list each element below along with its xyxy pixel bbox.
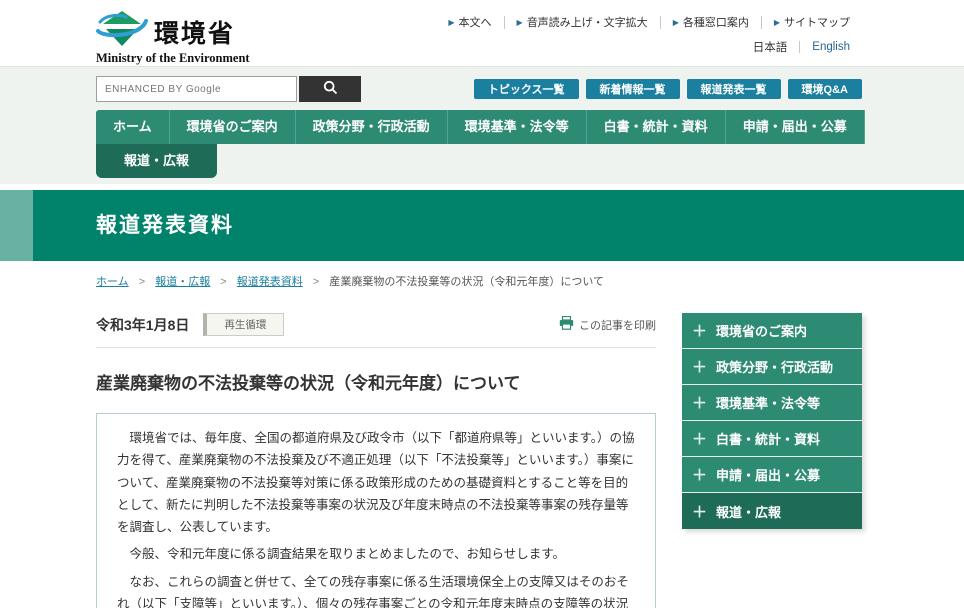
sidebar-item-application[interactable]: ＋ 申請・届出・公募 [682,457,862,493]
press-release-list-button[interactable]: 報道発表一覧 [686,79,781,99]
arrow-right-icon: ▶ [672,17,679,27]
nav-tab-about[interactable]: 環境省のご案内 [169,110,296,144]
nav-tab-home[interactable]: ホーム [96,110,170,144]
lang-english[interactable]: English [799,41,862,53]
topics-list-button[interactable]: トピックス一覧 [473,79,579,99]
plus-icon: ＋ [692,467,708,484]
plus-icon: ＋ [692,431,708,448]
breadcrumb-home[interactable]: ホーム [96,276,129,288]
article-summary-box: 環境省では、毎年度、全国の都道府県及び政令市（以下「都道府県等」といいます。）の… [96,413,656,608]
utility-link-accessibility[interactable]: ▶ 音声読み上げ・文字拡大 [505,14,660,30]
article-date: 令和3年1月8日 [96,316,190,333]
plus-icon: ＋ [692,359,708,376]
plus-icon: ＋ [692,395,708,412]
site-header: 環境省 Ministry of the Environment ▶ 本文へ ▶ … [0,0,964,67]
category-tag[interactable]: 再生循環 [203,313,285,336]
breadcrumb-separator: > [220,276,227,288]
nav-tab-application[interactable]: 申請・届出・公募 [725,110,865,144]
page-title-banner: 報道発表資料 [0,190,964,261]
utility-link-sitemap[interactable]: ▶ サイトマップ [762,14,862,30]
breadcrumb-separator: > [138,276,146,288]
utility-link-contact[interactable]: ▶ 各種窓口案内 [661,14,761,30]
search-icon [323,80,338,98]
sidebar-item-policy[interactable]: ＋ 政策分野・行政活動 [682,349,862,385]
env-qa-button[interactable]: 環境Q&A [787,79,862,99]
search-input[interactable] [96,76,297,102]
search-nav-band: トピックス一覧 新着情報一覧 報道発表一覧 環境Q&A ホーム 環境省のご案内 … [0,67,964,184]
plus-icon: ＋ [692,503,708,521]
breadcrumb-current: 産業廃棄物の不法投棄等の状況（令和元年度）について [329,276,605,288]
ministry-logo[interactable]: 環境省 Ministry of the Environment [96,10,250,66]
banner-accent-stripe [0,190,33,261]
article-paragraph: 今般、令和元年度に係る調査結果を取りまとめましたので、お知らせします。 [129,547,566,562]
article-paragraph: なお、これらの調査と併せて、全ての残存事案に係る生活環境保全上の支障又はそのおそ… [117,574,629,608]
global-nav: ホーム 環境省のご案内 政策分野・行政活動 環境基準・法令等 白書・統計・資料 … [96,110,865,144]
divider [96,347,656,348]
lang-japanese[interactable]: 日本語 [741,39,800,55]
arrow-right-icon: ▶ [448,17,455,27]
nav-tab-press-active[interactable]: 報道・広報 [96,144,218,178]
print-label: この記事を印刷 [579,319,656,332]
ministry-logo-icon [96,10,148,53]
printer-icon [559,315,574,333]
logo-title: 環境省 [154,19,236,48]
print-article-button[interactable]: この記事を印刷 [559,315,656,333]
article-paragraph: 環境省では、毎年度、全国の都道府県及び政令市（以下「都道府県等」といいます。）の… [117,431,635,534]
nav-tab-whitepaper[interactable]: 白書・統計・資料 [586,110,726,144]
breadcrumb-press-materials[interactable]: 報道発表資料 [237,276,303,288]
utility-nav: ▶ 本文へ ▶ 音声読み上げ・文字拡大 ▶ 各種窓口案内 ▶ サイトマップ 日本… [436,10,862,66]
sidebar-item-about[interactable]: ＋ 環境省のご案内 [682,313,862,349]
page-title: 報道発表資料 [96,214,234,237]
breadcrumb-press[interactable]: 報道・広報 [155,276,210,288]
search-button[interactable] [299,76,361,102]
utility-link-main-content[interactable]: ▶ 本文へ [436,14,503,30]
breadcrumb: ホーム > 報道・広報 > 報道発表資料 > 産業廃棄物の不法投棄等の状況（令和… [96,273,862,289]
sidebar-nav: ＋ 環境省のご案内 ＋ 政策分野・行政活動 ＋ 環境基準・法令等 ＋ 白書・統計… [682,313,862,529]
breadcrumb-separator: > [312,276,320,288]
nav-tab-policy[interactable]: 政策分野・行政活動 [295,110,448,144]
logo-subtitle: Ministry of the Environment [96,51,250,65]
article-main: 令和3年1月8日 再生循環 この記事を印刷 産業廃棄物の不法投棄等の状況（令和元… [96,313,656,608]
plus-icon: ＋ [692,323,708,340]
article-title: 産業廃棄物の不法投棄等の状況（令和元年度）について [96,374,521,393]
nav-tab-standards[interactable]: 環境基準・法令等 [447,110,587,144]
sidebar-item-standards[interactable]: ＋ 環境基準・法令等 [682,385,862,421]
sidebar-item-whitepaper[interactable]: ＋ 白書・統計・資料 [682,421,862,457]
arrow-right-icon: ▶ [516,17,523,27]
arrow-right-icon: ▶ [773,17,780,27]
sidebar-item-press[interactable]: ＋ 報道・広報 [682,493,862,529]
new-info-list-button[interactable]: 新着情報一覧 [585,79,680,99]
